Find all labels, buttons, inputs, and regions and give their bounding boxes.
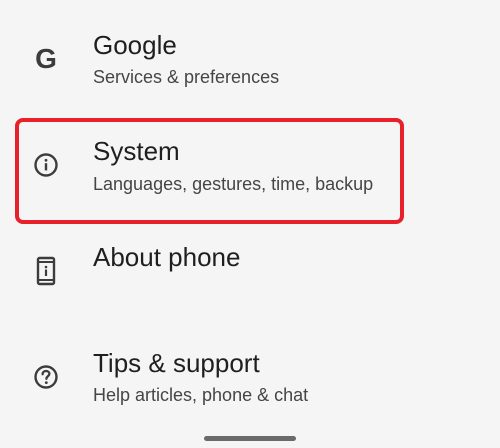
settings-item-title: System: [93, 136, 180, 166]
settings-item-title: Tips & support: [93, 348, 260, 378]
settings-item-about-phone[interactable]: About phone: [0, 212, 500, 318]
settings-item-google[interactable]: G Google Services & preferences: [0, 0, 500, 106]
settings-list: G Google Services & preferences System L…: [0, 0, 500, 448]
phone-info-icon: [30, 255, 62, 287]
info-icon: [30, 149, 62, 181]
settings-item-title: About phone: [93, 242, 241, 272]
settings-item-summary: Help articles, phone & chat: [93, 385, 309, 405]
settings-item-tips-support[interactable]: Tips & support Help articles, phone & ch…: [0, 318, 500, 424]
google-g-icon: G: [30, 43, 62, 75]
gesture-nav-handle[interactable]: [204, 436, 296, 441]
settings-item-title: Google: [93, 30, 177, 60]
settings-item-summary: Languages, gestures, time, backup: [93, 174, 374, 194]
settings-item-system[interactable]: System Languages, gestures, time, backup: [0, 106, 500, 212]
settings-item-summary: Services & preferences: [93, 67, 280, 87]
google-g-glyph: G: [35, 43, 57, 74]
help-circle-icon: [30, 361, 62, 393]
